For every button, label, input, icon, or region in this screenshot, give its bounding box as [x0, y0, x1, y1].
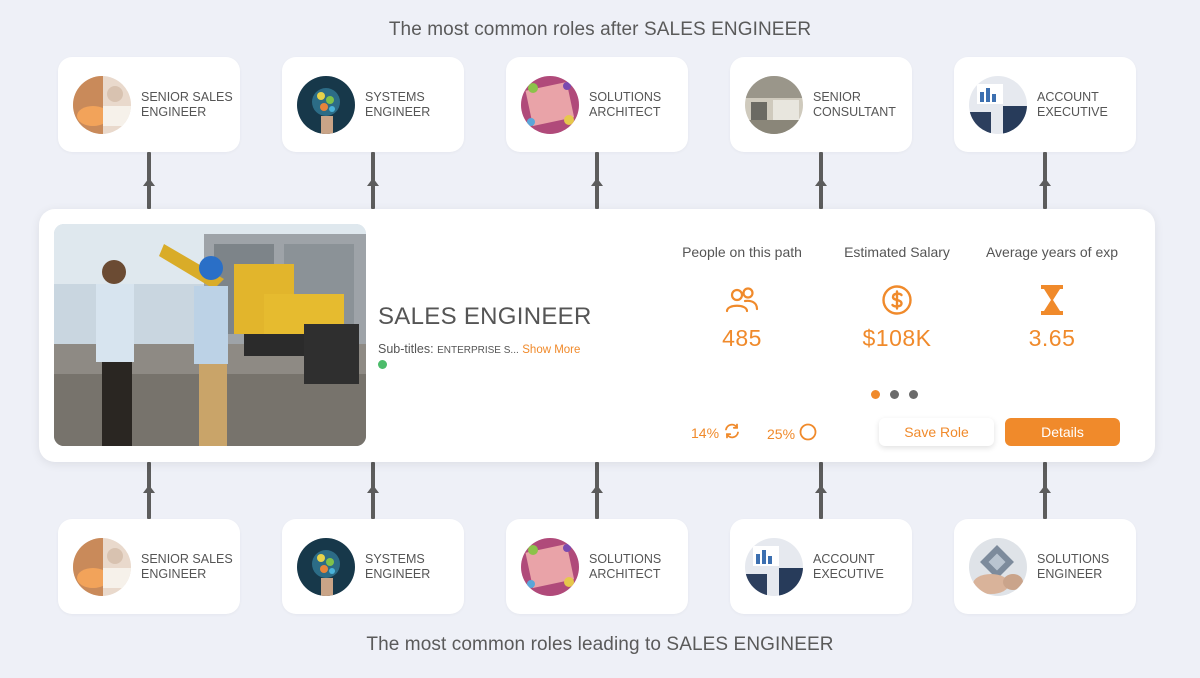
stat-value: $108K [862, 325, 932, 351]
role-card-solutions-engineer[interactable]: SOLUTIONS ENGINEER [954, 519, 1136, 614]
details-button[interactable]: Details [1005, 418, 1120, 446]
role-card-senior-consultant[interactable]: SENIOR CONSULTANT [730, 57, 912, 152]
arrow-up-icon [591, 485, 603, 493]
role-label: SENIOR SALES ENGINEER [141, 551, 233, 581]
arrow-up-icon [591, 178, 603, 186]
charts-desk-photo [745, 537, 803, 596]
arrow-up-icon [143, 178, 155, 186]
blueprint-photo [521, 75, 579, 134]
construction-site-photo [54, 224, 366, 446]
subtitles-label: Sub-titles: [378, 342, 434, 356]
role-card-solutions-architect[interactable]: SOLUTIONS ARCHITECT [506, 57, 688, 152]
role-label: SYSTEMS ENGINEER [365, 551, 431, 581]
pager-dot[interactable] [871, 390, 880, 399]
people-icon [662, 282, 822, 318]
roles-after-row: SENIOR SALES ENGINEER SYSTEMS ENGINEER S… [0, 57, 1200, 152]
role-label: ACCOUNT EXECUTIVE [813, 551, 884, 581]
arrow-up-icon [1039, 485, 1051, 493]
arrow-up-icon [143, 485, 155, 493]
arrow-up-icon [815, 485, 827, 493]
current-role-card: SALES ENGINEER Sub-titles: ENTERPRISE S.… [39, 209, 1155, 462]
office-photo [745, 75, 803, 134]
roles-before-row: SENIOR SALES ENGINEER SYSTEMS ENGINEER S… [0, 519, 1200, 614]
arrow-up-icon [1039, 178, 1051, 186]
role-card-account-executive[interactable]: ACCOUNT EXECUTIVE [954, 57, 1136, 152]
stat-value: 3.65 [1028, 325, 1076, 351]
puzzle-hand-photo [969, 537, 1027, 596]
hourglass-icon [972, 282, 1132, 318]
role-label: SOLUTIONS ARCHITECT [589, 551, 662, 581]
role-label: SOLUTIONS ARCHITECT [589, 89, 662, 119]
role-card-senior-sales-engineer[interactable]: SENIOR SALES ENGINEER [58, 57, 240, 152]
role-card-senior-sales-engineer[interactable]: SENIOR SALES ENGINEER [58, 519, 240, 614]
role-label: SOLUTIONS ENGINEER [1037, 551, 1110, 581]
arrow-up-icon [815, 178, 827, 186]
subtitles-value: ENTERPRISE S... [437, 345, 519, 356]
circle-icon [799, 423, 817, 444]
status-dot [378, 360, 387, 369]
pct-retention: 14% [691, 423, 741, 442]
role-card-systems-engineer[interactable]: SYSTEMS ENGINEER [282, 57, 464, 152]
stat-label: Estimated Salary [844, 244, 950, 260]
handshake-photo [73, 537, 131, 596]
role-label: SENIOR SALES ENGINEER [141, 89, 233, 119]
stat-experience: Average years of exp 3.65 [972, 244, 1132, 352]
heading-roles-before: The most common roles leading to SALES E… [366, 634, 834, 655]
pct-value: 14% [691, 424, 720, 441]
stat-salary: Estimated Salary $108K [817, 244, 977, 352]
network-hand-photo [297, 537, 355, 596]
arrow-up-icon [367, 485, 379, 493]
role-card-systems-engineer[interactable]: SYSTEMS ENGINEER [282, 519, 464, 614]
pager-dot[interactable] [890, 390, 899, 399]
stats-pager [871, 390, 918, 399]
role-label: SYSTEMS ENGINEER [365, 89, 431, 119]
stat-label: People on this path [682, 244, 802, 260]
role-label: SENIOR CONSULTANT [813, 89, 896, 119]
role-card-solutions-architect[interactable]: SOLUTIONS ARCHITECT [506, 519, 688, 614]
save-role-button[interactable]: Save Role [879, 418, 994, 446]
role-title: SALES ENGINEER [378, 303, 592, 330]
subtitles: Sub-titles: ENTERPRISE S... Show More [378, 342, 580, 356]
heading-roles-after: The most common roles after SALES ENGINE… [388, 19, 812, 40]
charts-desk-photo [969, 75, 1027, 134]
network-hand-photo [297, 75, 355, 134]
show-more-link[interactable]: Show More [522, 344, 580, 356]
dollar-icon [817, 282, 977, 318]
stat-label: Average years of exp [985, 244, 1119, 260]
stat-value: 485 [722, 325, 762, 351]
stat-people: People on this path 485 [662, 244, 822, 352]
blueprint-photo [521, 537, 579, 596]
pct-growth: 25% [767, 423, 817, 444]
refresh-icon [723, 423, 741, 442]
pct-value: 25% [767, 425, 796, 442]
pager-dot[interactable] [909, 390, 918, 399]
arrow-up-icon [367, 178, 379, 186]
handshake-photo [73, 75, 131, 134]
role-card-account-executive[interactable]: ACCOUNT EXECUTIVE [730, 519, 912, 614]
role-label: ACCOUNT EXECUTIVE [1037, 89, 1108, 119]
